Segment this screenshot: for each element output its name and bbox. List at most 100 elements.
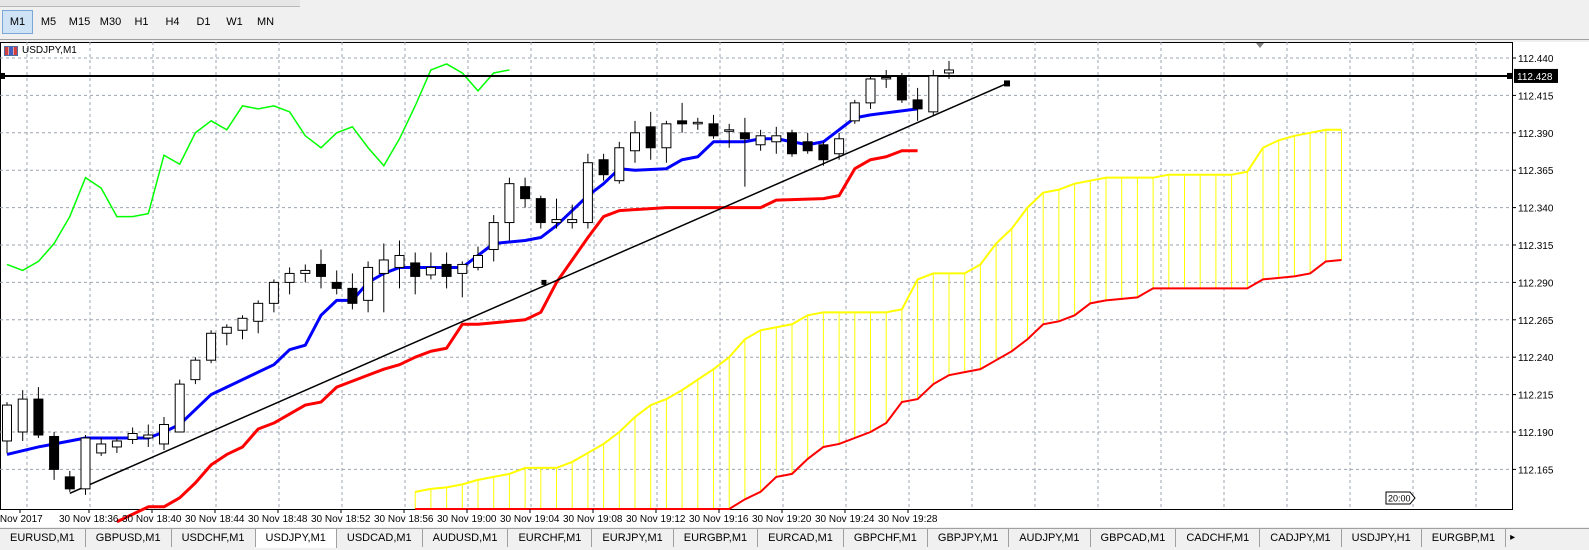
symbol-tab[interactable]: EURGBP,M1 [674,529,759,547]
bull-candle [425,266,436,276]
top-toolbar-strip [0,0,300,7]
plot-area[interactable] [0,42,1513,510]
timeframe-toolbar: M1 M5 M15 M30 H1 H4 D1 W1 MN [0,0,1589,40]
bull-candle [582,162,593,224]
timeframe-d1-button[interactable]: D1 [188,10,219,34]
bull-candle [724,129,735,132]
bull-candle [551,219,562,224]
price-tick-label: 112.265 [1518,316,1554,327]
tab-scroll-right-icon[interactable]: ▸ [1506,529,1519,550]
price-tick-label: 112.315 [1518,241,1554,252]
bull-candle [17,398,28,433]
symbol-tab[interactable]: EURCHF,M1 [508,529,593,547]
bull-candle [614,147,625,182]
bull-candle [771,135,782,143]
bear-candle [316,263,326,277]
time-marker-label: 20:00 [1388,494,1411,504]
bull-candle [268,281,279,304]
bear-candle [645,126,656,149]
price-tick-label: 112.190 [1518,428,1554,439]
bear-candle [535,198,546,224]
bear-candle [441,263,452,277]
trendline-midpoint-handle[interactable] [541,279,547,285]
symbol-tab[interactable]: USDJPY,H1 [1342,529,1422,547]
symbol-tab[interactable]: GBPCHF,M1 [844,529,928,547]
timeframe-m5-button[interactable]: M5 [33,10,64,34]
price-tick-label: 112.365 [1518,166,1554,177]
symbol-tab[interactable]: GBPUSD,M1 [86,529,172,547]
bull-candle [159,424,169,445]
symbol-tab[interactable]: GBPCAD,M1 [1091,529,1177,547]
bull-candle [473,254,483,268]
timeframe-h1-button[interactable]: H1 [126,10,157,34]
bull-candle [237,317,248,331]
time-axis-label: 30 Nov 19:20 [752,514,812,525]
price-chart[interactable]: 112.440 112.415 112.390 112.365 112.340 112.3… [0,42,1589,527]
time-axis-label: 30 Nov 18:36 [59,514,119,525]
symbol-tab[interactable]: GBPJPY,M1 [928,529,1010,547]
hline-left-handle[interactable] [0,72,5,79]
timeframe-mn-button[interactable]: MN [250,10,281,34]
time-axis-label: 30 Nov 18:56 [374,514,434,525]
bear-candle [49,435,60,470]
bull-candle [80,437,91,490]
trendline-end-handle[interactable] [1004,80,1010,87]
symbol-tab[interactable]: EURUSD,M1 [0,529,86,547]
symbol-tab[interactable]: AUDJPY,M1 [1009,529,1091,547]
symbol-tab[interactable]: EURCAD,M1 [758,529,844,547]
bear-candle [64,476,75,490]
symbol-tab[interactable]: USDJPY,M1 [255,529,337,548]
bull-candle [2,404,12,442]
bull-candle [253,302,264,322]
timeframe-m15-button[interactable]: M15 [64,10,95,34]
symbol-tab[interactable]: EURJPY,M1 [592,529,674,547]
timeframe-m1-button[interactable]: M1 [2,10,33,34]
bear-candle [347,287,358,304]
bull-candle [692,121,703,125]
bull-candle [127,432,138,440]
timeframe-w1-button[interactable]: W1 [219,10,250,34]
bear-candle [739,132,750,140]
bull-candle [190,359,201,381]
time-axis-label: 30 Nov 18:52 [311,514,371,525]
price-tick-label: 112.390 [1518,129,1554,140]
bear-candle [520,186,531,200]
bull-candle [206,332,217,361]
symbol-tab[interactable]: EURGBP,M1 [1422,529,1507,547]
price-tick-label: 112.215 [1518,391,1554,402]
bull-candle [944,69,954,74]
current-price-label: 112.428 [1517,72,1553,83]
symbol-tab[interactable]: CADCHF,M1 [1176,529,1261,547]
time-axis-label: 30 Nov 19:16 [689,514,749,525]
bull-candle [834,138,845,155]
timeframe-h4-button[interactable]: H4 [157,10,188,34]
symbol-tab[interactable]: CADJPY,M1 [1260,529,1342,547]
bull-candle [504,183,515,224]
timeframe-m30-button[interactable]: M30 [95,10,126,34]
bull-candle [111,440,122,448]
bull-candle [488,222,499,250]
symbol-tab[interactable]: AUDUSD,M1 [423,529,509,547]
bull-candle [849,102,860,122]
time-axis-label: 30 Nov 18:48 [248,514,308,525]
symbol-tabs: EURUSD,M1 GBPUSD,M1 USDCHF,M1 USDJPY,M1 USDC… [0,528,1589,550]
bear-candle [331,281,342,289]
time-axis-label: 30 Nov 19:12 [626,514,686,525]
bear-candle [912,99,923,110]
symbol-tab[interactable]: USDCAD,M1 [337,529,423,547]
bull-candle [378,259,389,274]
price-tick-label: 112.340 [1518,204,1554,215]
price-tick-label: 112.240 [1518,353,1554,364]
bear-candle [708,123,719,137]
bear-candle [598,159,609,176]
chart-window[interactable]: 112.440 112.415 112.390 112.365 112.340 112.3… [0,42,1589,527]
bull-candle [457,263,468,274]
hline-right-handle[interactable] [1507,72,1513,79]
timeframe-buttons: M1 M5 M15 M30 H1 H4 D1 W1 MN [2,10,281,36]
bear-candle [677,120,688,125]
bull-candle [755,135,766,146]
chart-window-icon [4,45,18,56]
bull-candle [865,78,876,104]
bull-candle [394,254,405,268]
symbol-tab[interactable]: USDCHF,M1 [172,529,256,547]
